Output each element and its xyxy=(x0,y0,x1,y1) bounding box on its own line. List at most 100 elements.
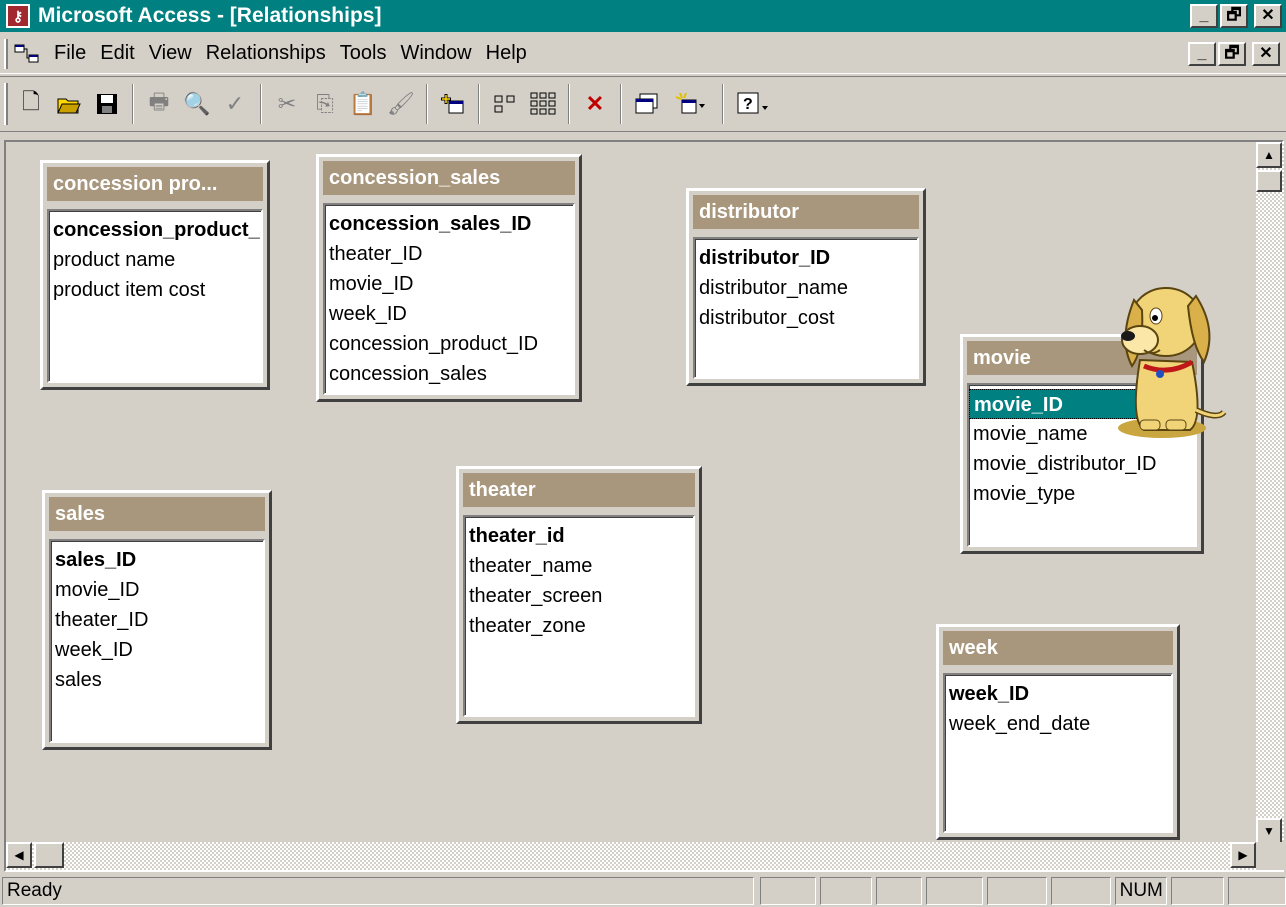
num-lock-indicator: NUM xyxy=(1114,876,1167,905)
field[interactable]: product name xyxy=(49,245,261,275)
maximize-button[interactable]: 🗗 xyxy=(1220,4,1248,28)
field[interactable]: theater_zone xyxy=(465,611,693,641)
field[interactable]: distributor_name xyxy=(695,273,917,303)
show-all-icon[interactable] xyxy=(526,84,560,124)
title-bar: ⚷ Microsoft Access - [Relationships] _ 🗗… xyxy=(0,0,1286,32)
spelling-icon[interactable]: ✓ xyxy=(218,84,252,124)
child-close-button[interactable]: ✕ xyxy=(1252,42,1280,66)
scroll-right-icon[interactable]: ▶ xyxy=(1230,842,1256,868)
field-primary-key[interactable]: week_ID xyxy=(945,679,1171,709)
table-sales[interactable]: sales sales_ID movie_ID theater_ID week_… xyxy=(42,490,272,750)
field[interactable]: movie_distributor_ID xyxy=(969,449,1195,479)
field-list[interactable]: sales_ID movie_ID theater_ID week_ID sal… xyxy=(49,539,265,743)
scroll-down-icon[interactable]: ▼ xyxy=(1256,818,1282,844)
status-panel xyxy=(1228,876,1286,905)
save-icon[interactable] xyxy=(90,84,124,124)
menu-tools[interactable]: Tools xyxy=(340,42,387,65)
toolbar-separator xyxy=(426,84,428,124)
field-list[interactable]: concession_product_ product name product… xyxy=(47,209,263,383)
paste-icon[interactable]: 📋 xyxy=(346,84,380,124)
relationships-doc-icon[interactable] xyxy=(14,43,40,65)
field-primary-key[interactable]: theater_id xyxy=(465,521,693,551)
menu-window[interactable]: Window xyxy=(400,42,471,65)
svg-text:?: ? xyxy=(743,96,753,113)
field-list[interactable]: theater_id theater_name theater_screen t… xyxy=(463,515,695,717)
status-bar: Ready NUM xyxy=(0,874,1286,907)
field[interactable]: week_ID xyxy=(51,635,263,665)
field[interactable]: theater_ID xyxy=(325,239,573,269)
field[interactable]: theater_screen xyxy=(465,581,693,611)
relationships-canvas[interactable]: concession pro... concession_product_ pr… xyxy=(4,140,1284,872)
status-panel xyxy=(1170,876,1225,905)
field-list[interactable]: concession_sales_ID theater_ID movie_ID … xyxy=(323,203,575,395)
table-title[interactable]: theater xyxy=(463,473,695,507)
field-primary-key[interactable]: concession_product_ xyxy=(49,215,261,245)
menu-help[interactable]: Help xyxy=(486,42,527,65)
field[interactable]: distributor_cost xyxy=(695,303,917,333)
field[interactable]: theater_ID xyxy=(51,605,263,635)
vertical-scroll-thumb[interactable] xyxy=(1256,170,1282,192)
new-icon[interactable]: 🗋 xyxy=(14,84,48,124)
vertical-scrollbar[interactable]: ▲ ▼ xyxy=(1256,142,1284,844)
table-distributor[interactable]: distributor distributor_ID distributor_n… xyxy=(686,188,926,386)
scroll-up-icon[interactable]: ▲ xyxy=(1256,142,1282,168)
field-primary-key[interactable]: distributor_ID xyxy=(695,243,917,273)
field[interactable]: movie_ID xyxy=(325,269,573,299)
help-icon[interactable]: ? xyxy=(732,84,776,124)
child-minimize-button[interactable]: _ xyxy=(1188,42,1216,66)
field[interactable]: concession_product_ID xyxy=(325,329,573,359)
table-title[interactable]: sales xyxy=(49,497,265,531)
status-panel xyxy=(987,876,1048,905)
office-assistant-dog[interactable] xyxy=(1100,270,1230,445)
horizontal-scrollbar[interactable]: ◀ ▶ xyxy=(6,842,1256,870)
child-restore-button[interactable]: 🗗 xyxy=(1218,42,1246,66)
cut-icon[interactable]: ✂ xyxy=(270,84,304,124)
table-title[interactable]: concession_sales xyxy=(323,161,575,195)
database-window-icon[interactable] xyxy=(630,84,664,124)
table-theater[interactable]: theater theater_id theater_name theater_… xyxy=(456,466,702,724)
table-title[interactable]: distributor xyxy=(693,195,919,229)
toolbar-grip[interactable] xyxy=(4,83,8,125)
close-button[interactable]: ✕ xyxy=(1254,4,1282,28)
menu-relationships[interactable]: Relationships xyxy=(206,42,326,65)
horizontal-scroll-thumb[interactable] xyxy=(34,842,64,868)
field[interactable]: theater_name xyxy=(465,551,693,581)
print-icon[interactable]: 🖶 xyxy=(142,84,176,124)
new-object-icon[interactable] xyxy=(668,84,714,124)
field[interactable]: sales xyxy=(51,665,263,695)
field-primary-key[interactable]: concession_sales_ID xyxy=(325,209,573,239)
field[interactable]: concession_sales xyxy=(325,359,573,389)
table-title[interactable]: concession pro... xyxy=(47,167,263,201)
scroll-left-icon[interactable]: ◀ xyxy=(6,842,32,868)
table-week[interactable]: week week_ID week_end_date xyxy=(936,624,1180,840)
menubar-grip[interactable] xyxy=(4,38,8,69)
show-direct-icon[interactable] xyxy=(488,84,522,124)
toolbar-separator xyxy=(620,84,622,124)
delete-icon[interactable]: ✕ xyxy=(578,84,612,124)
status-panel xyxy=(819,876,872,905)
table-concession-sales[interactable]: concession_sales concession_sales_ID the… xyxy=(316,154,582,402)
field[interactable]: week_end_date xyxy=(945,709,1171,739)
menu-file[interactable]: File xyxy=(54,42,86,65)
format-painter-icon[interactable]: 🖌 xyxy=(384,84,418,124)
menu-view[interactable]: View xyxy=(149,42,192,65)
table-title[interactable]: week xyxy=(943,631,1173,665)
field[interactable]: movie_type xyxy=(969,479,1195,509)
table-concession-product[interactable]: concession pro... concession_product_ pr… xyxy=(40,160,270,390)
open-icon[interactable] xyxy=(52,84,86,124)
field-list[interactable]: distributor_ID distributor_name distribu… xyxy=(693,237,919,379)
access-key-icon[interactable]: ⚷ xyxy=(6,4,30,28)
show-table-icon[interactable] xyxy=(436,84,470,124)
status-panel xyxy=(760,876,816,905)
copy-icon[interactable]: ⎘ xyxy=(308,84,342,124)
menu-edit[interactable]: Edit xyxy=(100,42,134,65)
field-primary-key[interactable]: sales_ID xyxy=(51,545,263,575)
print-preview-icon[interactable]: 🔍 xyxy=(180,84,214,124)
minimize-button[interactable]: _ xyxy=(1190,4,1218,28)
status-panel xyxy=(925,876,984,905)
field-list[interactable]: week_ID week_end_date xyxy=(943,673,1173,833)
field[interactable]: movie_ID xyxy=(51,575,263,605)
field[interactable]: week_ID xyxy=(325,299,573,329)
field[interactable]: product item cost xyxy=(49,275,261,305)
toolbar-separator xyxy=(132,84,134,124)
